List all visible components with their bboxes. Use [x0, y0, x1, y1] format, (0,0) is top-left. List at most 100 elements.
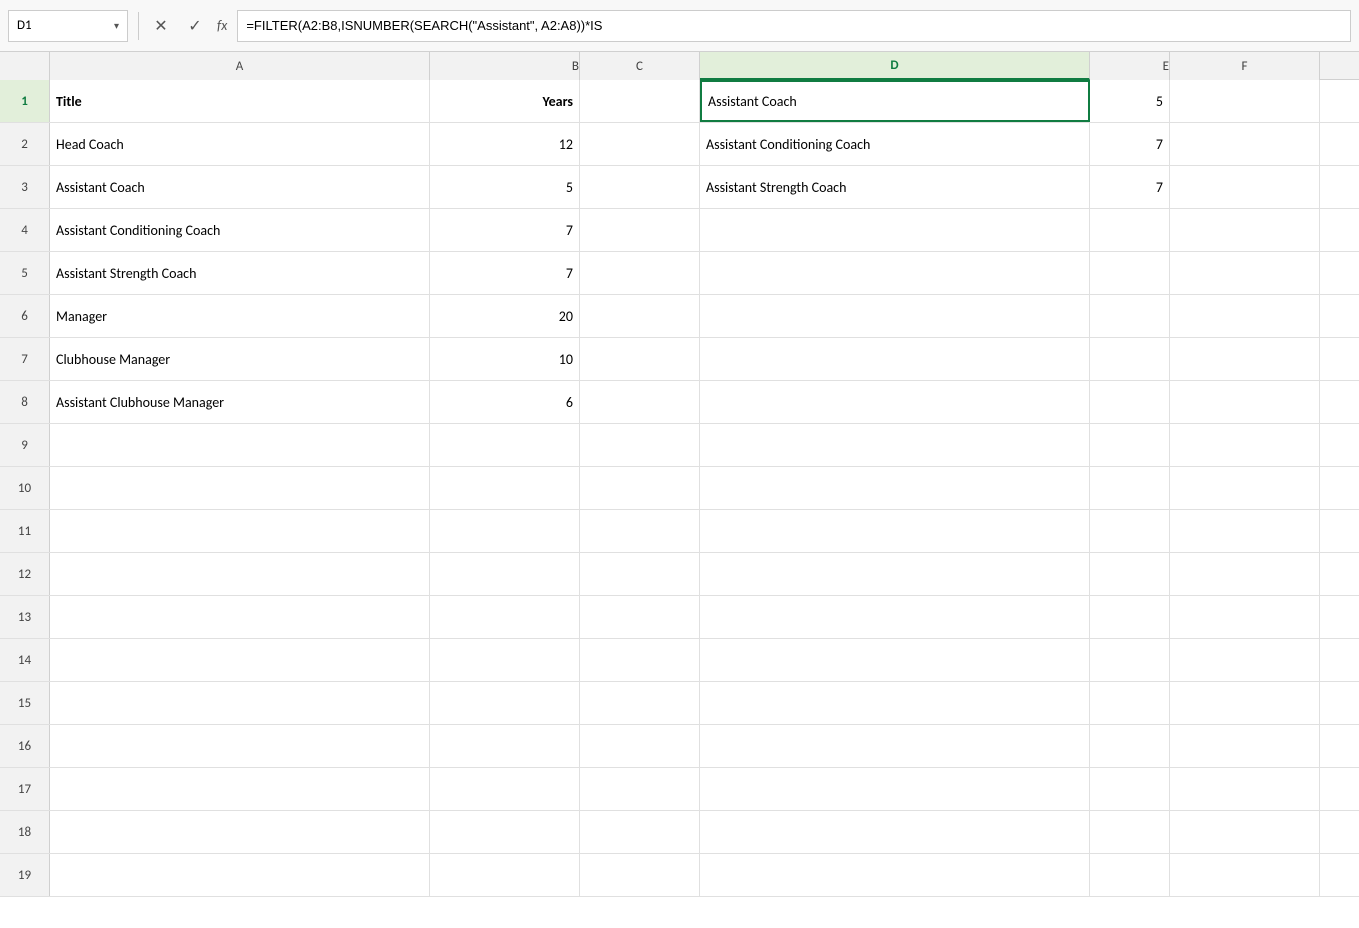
cell-D13[interactable]	[700, 596, 1090, 638]
cell-F18[interactable]	[1170, 811, 1320, 853]
cell-A6[interactable]: Manager	[50, 295, 430, 337]
cell-B12[interactable]	[430, 553, 580, 595]
cell-B16[interactable]	[430, 725, 580, 767]
cell-E10[interactable]	[1090, 467, 1170, 509]
cell-E2[interactable]: 7	[1090, 123, 1170, 165]
cell-A13[interactable]	[50, 596, 430, 638]
cell-A14[interactable]	[50, 639, 430, 681]
cell-A9[interactable]	[50, 424, 430, 466]
cell-F5[interactable]	[1170, 252, 1320, 294]
cell-E8[interactable]	[1090, 381, 1170, 423]
cell-E19[interactable]	[1090, 854, 1170, 896]
cell-F9[interactable]	[1170, 424, 1320, 466]
cell-D1[interactable]: Assistant Coach	[700, 80, 1090, 122]
cell-E6[interactable]	[1090, 295, 1170, 337]
cell-A10[interactable]	[50, 467, 430, 509]
cancel-icon[interactable]: ✕	[149, 16, 173, 36]
cell-C14[interactable]	[580, 639, 700, 681]
cell-F12[interactable]	[1170, 553, 1320, 595]
cell-F16[interactable]	[1170, 725, 1320, 767]
cell-A2[interactable]: Head Coach	[50, 123, 430, 165]
cell-E9[interactable]	[1090, 424, 1170, 466]
cell-B14[interactable]	[430, 639, 580, 681]
cell-B6[interactable]: 20	[430, 295, 580, 337]
cell-D11[interactable]	[700, 510, 1090, 552]
cell-E3[interactable]: 7	[1090, 166, 1170, 208]
cell-C18[interactable]	[580, 811, 700, 853]
col-header-D[interactable]: D	[700, 52, 1090, 80]
cell-C10[interactable]	[580, 467, 700, 509]
col-header-B[interactable]: B	[430, 52, 580, 80]
cell-E16[interactable]	[1090, 725, 1170, 767]
cell-F15[interactable]	[1170, 682, 1320, 724]
cell-B10[interactable]	[430, 467, 580, 509]
cell-D12[interactable]	[700, 553, 1090, 595]
cell-D15[interactable]	[700, 682, 1090, 724]
cell-B3[interactable]: 5	[430, 166, 580, 208]
cell-B17[interactable]	[430, 768, 580, 810]
col-header-F[interactable]: F	[1170, 52, 1320, 80]
cell-B9[interactable]	[430, 424, 580, 466]
cell-B1[interactable]: Years	[430, 80, 580, 122]
cell-reference-box[interactable]: D1 ▾	[8, 10, 128, 42]
col-header-A[interactable]: A	[50, 52, 430, 80]
cell-D18[interactable]	[700, 811, 1090, 853]
cell-A5[interactable]: Assistant Strength Coach	[50, 252, 430, 294]
cell-A16[interactable]	[50, 725, 430, 767]
cell-F13[interactable]	[1170, 596, 1320, 638]
cell-C4[interactable]	[580, 209, 700, 251]
cell-A4[interactable]: Assistant Conditioning Coach	[50, 209, 430, 251]
cell-C5[interactable]	[580, 252, 700, 294]
cell-A17[interactable]	[50, 768, 430, 810]
formula-input[interactable]	[237, 10, 1351, 42]
cell-E4[interactable]	[1090, 209, 1170, 251]
cell-D16[interactable]	[700, 725, 1090, 767]
cell-F2[interactable]	[1170, 123, 1320, 165]
cell-A8[interactable]: Assistant Clubhouse Manager	[50, 381, 430, 423]
cell-F14[interactable]	[1170, 639, 1320, 681]
cell-C1[interactable]	[580, 80, 700, 122]
cell-C13[interactable]	[580, 596, 700, 638]
confirm-icon[interactable]: ✓	[183, 16, 207, 36]
cell-B8[interactable]: 6	[430, 381, 580, 423]
cell-E5[interactable]	[1090, 252, 1170, 294]
cell-E13[interactable]	[1090, 596, 1170, 638]
cell-B11[interactable]	[430, 510, 580, 552]
cell-C16[interactable]	[580, 725, 700, 767]
cell-F4[interactable]	[1170, 209, 1320, 251]
cell-D9[interactable]	[700, 424, 1090, 466]
cell-D19[interactable]	[700, 854, 1090, 896]
cell-E14[interactable]	[1090, 639, 1170, 681]
cell-D2[interactable]: Assistant Conditioning Coach	[700, 123, 1090, 165]
cell-E18[interactable]	[1090, 811, 1170, 853]
cell-E11[interactable]	[1090, 510, 1170, 552]
cell-F8[interactable]	[1170, 381, 1320, 423]
cell-C7[interactable]	[580, 338, 700, 380]
cell-F17[interactable]	[1170, 768, 1320, 810]
cell-F7[interactable]	[1170, 338, 1320, 380]
cell-ref-dropdown-icon[interactable]: ▾	[114, 19, 119, 32]
cell-A11[interactable]	[50, 510, 430, 552]
col-header-E[interactable]: E	[1090, 52, 1170, 80]
cell-A1[interactable]: Title	[50, 80, 430, 122]
cell-C17[interactable]	[580, 768, 700, 810]
cell-A15[interactable]	[50, 682, 430, 724]
cell-E17[interactable]	[1090, 768, 1170, 810]
cell-C6[interactable]	[580, 295, 700, 337]
cell-E7[interactable]	[1090, 338, 1170, 380]
cell-D3[interactable]: Assistant Strength Coach	[700, 166, 1090, 208]
cell-B7[interactable]: 10	[430, 338, 580, 380]
cell-F6[interactable]	[1170, 295, 1320, 337]
cell-B15[interactable]	[430, 682, 580, 724]
cell-C19[interactable]	[580, 854, 700, 896]
cell-B4[interactable]: 7	[430, 209, 580, 251]
cell-D14[interactable]	[700, 639, 1090, 681]
cell-E1[interactable]: 5	[1090, 80, 1170, 122]
cell-F10[interactable]	[1170, 467, 1320, 509]
cell-B13[interactable]	[430, 596, 580, 638]
cell-C15[interactable]	[580, 682, 700, 724]
cell-E12[interactable]	[1090, 553, 1170, 595]
cell-F11[interactable]	[1170, 510, 1320, 552]
cell-D5[interactable]	[700, 252, 1090, 294]
cell-D4[interactable]	[700, 209, 1090, 251]
